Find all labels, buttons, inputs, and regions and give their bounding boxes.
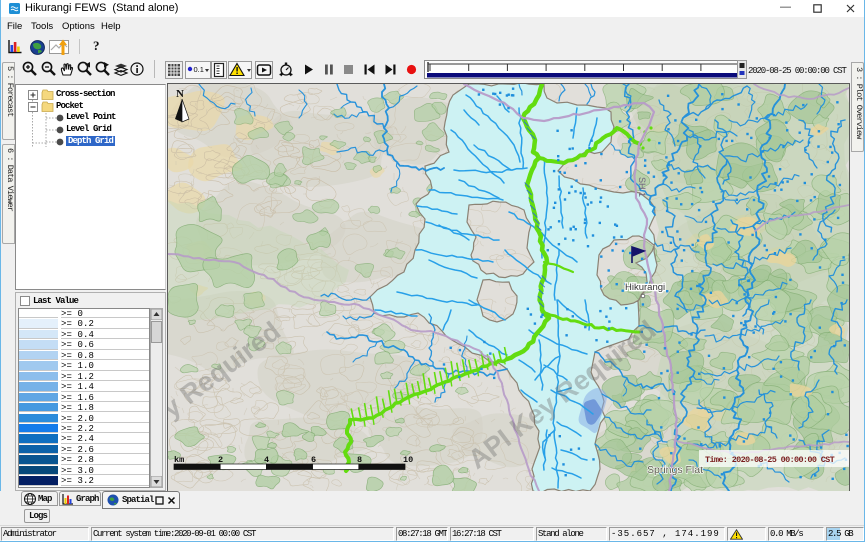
svg-text:8: 8 [357, 455, 362, 465]
svg-text:2: 2 [218, 455, 223, 465]
svg-text:0.1: 0.1 [194, 65, 204, 74]
svg-text:10: 10 [403, 455, 413, 465]
svg-text:4: 4 [264, 455, 269, 465]
svg-text:N: N [176, 88, 184, 100]
svg-text:Hikurangi: Hikurangi [625, 282, 665, 293]
svg-text:km: km [174, 455, 184, 465]
svg-text:6: 6 [311, 455, 316, 465]
svg-text:Springs Flat: Springs Flat [647, 464, 703, 476]
svg-text:Time: 2020-08-25 00:00:00 CST: Time: 2020-08-25 00:00:00 CST [705, 455, 835, 465]
svg-text:SH 1: SH 1 [637, 177, 647, 197]
